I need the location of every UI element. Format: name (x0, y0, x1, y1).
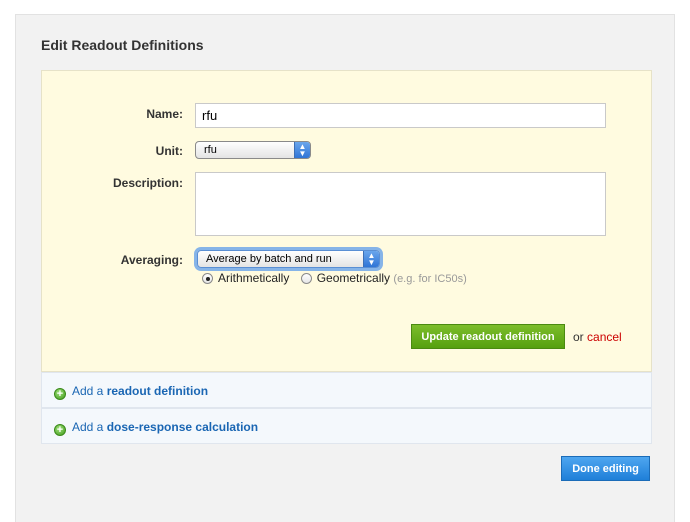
plus-icon: + (54, 424, 66, 436)
averaging-label: Averaging: (120, 253, 183, 267)
readout-definitions-panel: Edit Readout Definitions Name: Unit: rfu… (15, 14, 675, 522)
or-cancel: or cancel (573, 330, 622, 344)
panel-title: Edit Readout Definitions (41, 37, 204, 53)
add-dose-row[interactable]: + Add a dose-response calculation (41, 408, 652, 444)
name-label: Name: (146, 107, 183, 121)
add-dose-link[interactable]: dose-response calculation (107, 420, 258, 434)
description-textarea[interactable] (195, 172, 606, 236)
averaging-select[interactable]: Average by batch and run ▲ ▼ (197, 250, 380, 268)
update-readout-button[interactable]: Update readout definition (411, 324, 565, 349)
averaging-select-value: Average by batch and run (206, 253, 332, 265)
plus-icon: + (54, 388, 66, 400)
geometric-hint: (e.g. for IC50s) (393, 273, 467, 285)
select-arrows-icon: ▲ ▼ (363, 251, 379, 267)
add-readout-link[interactable]: readout definition (107, 384, 208, 398)
averaging-method-radios: Arithmetically Geometrically (e.g. for I… (202, 271, 467, 285)
unit-select[interactable]: rfu ▲ ▼ (195, 141, 311, 159)
readout-form: Name: Unit: rfu ▲▼ Description: Averagin… (41, 70, 652, 372)
add-readout-prefix: Add a (72, 384, 104, 398)
radio-arithmetically-label: Arithmetically (218, 271, 290, 285)
radio-geometrically-label: Geometrically (316, 271, 391, 285)
done-editing-button[interactable]: Done editing (561, 456, 650, 481)
add-dose-prefix: Add a (72, 420, 104, 434)
name-input[interactable] (195, 103, 606, 128)
cancel-link[interactable]: cancel (587, 330, 622, 344)
unit-select-value: rfu (204, 144, 217, 156)
description-label: Description: (112, 176, 183, 190)
radio-arithmetically[interactable] (202, 273, 213, 284)
select-arrows-icon: ▲ ▼ (294, 142, 310, 158)
or-text: or (573, 330, 584, 344)
add-readout-row[interactable]: + Add a readout definition (41, 372, 652, 408)
radio-geometrically[interactable] (300, 273, 312, 284)
unit-label: Unit: (155, 144, 183, 158)
